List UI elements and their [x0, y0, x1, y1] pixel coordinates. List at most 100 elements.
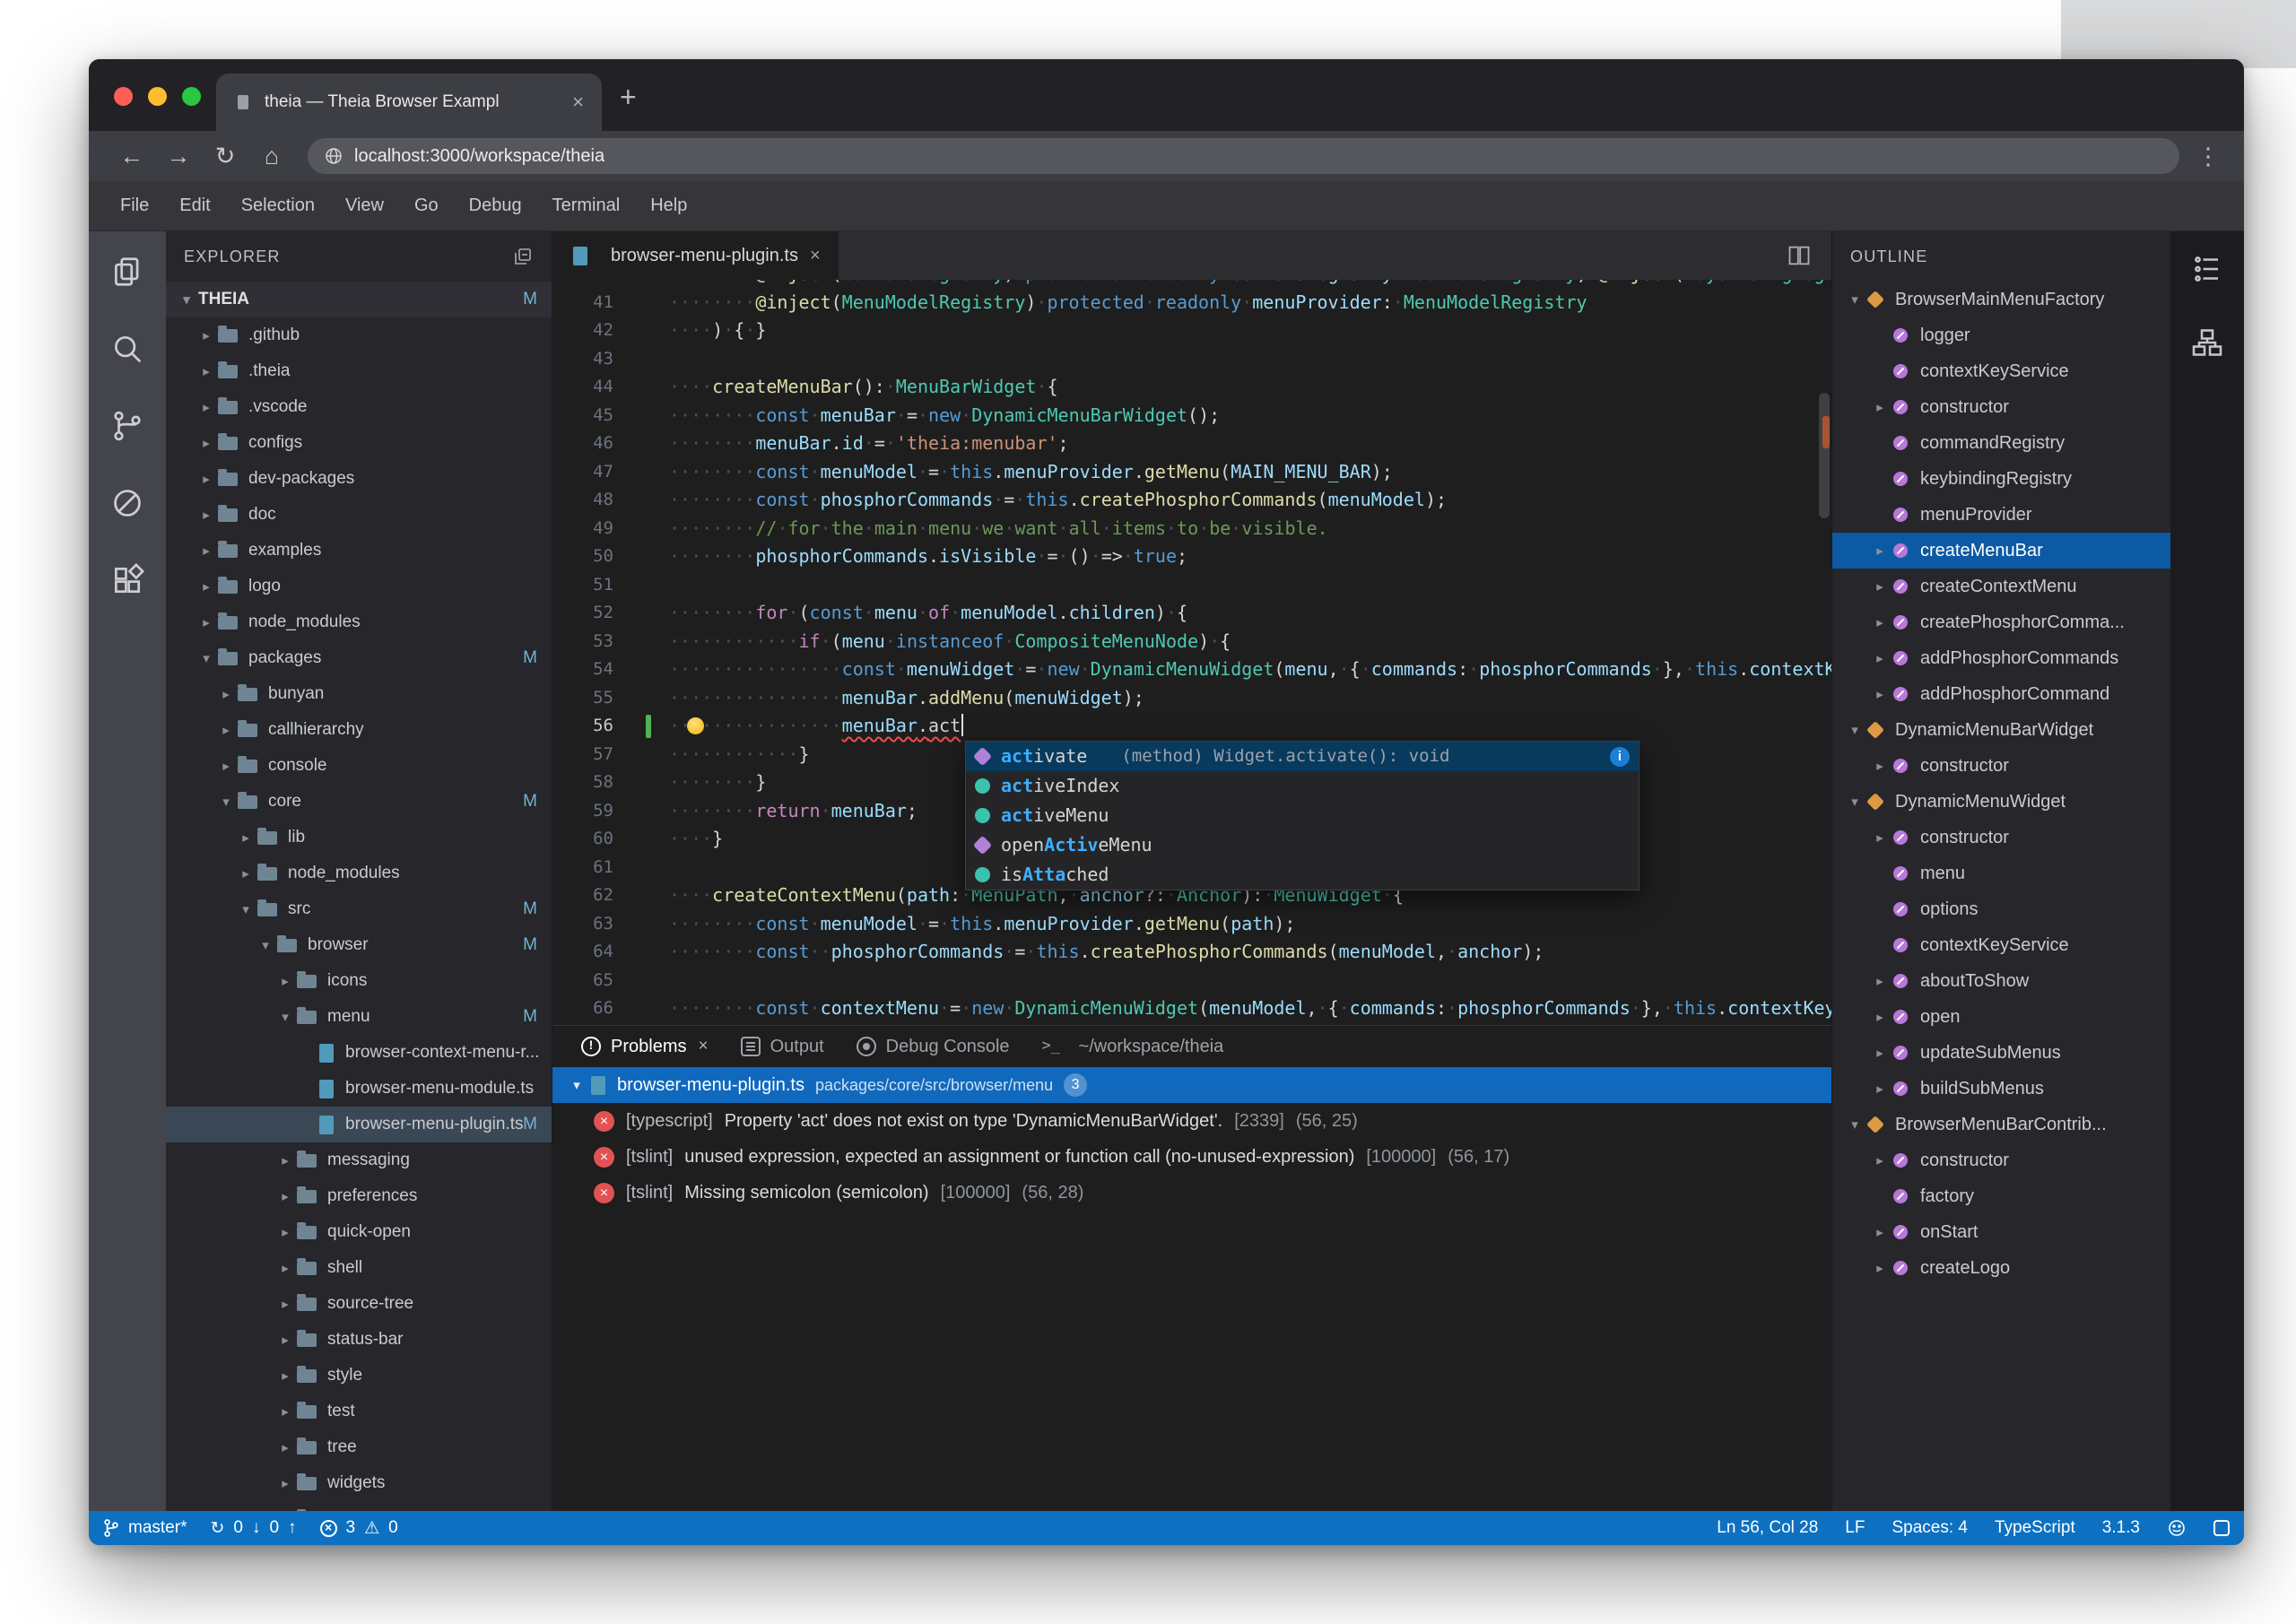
folder-item[interactable]: ▾coreM: [166, 784, 552, 820]
folder-item[interactable]: ▸logo: [166, 569, 552, 604]
files-icon[interactable]: [110, 255, 144, 289]
problem-row[interactable]: ×[tslint]unused expression, expected an …: [552, 1139, 1831, 1175]
outline-item[interactable]: ▸onStart: [1832, 1214, 2170, 1250]
file-item[interactable]: browser-menu-plugin.tsM: [166, 1107, 552, 1142]
suggestion-item[interactable]: activeMenu: [966, 801, 1639, 830]
folder-item[interactable]: ▸quick-open: [166, 1214, 552, 1250]
folder-item[interactable]: ▾menuM: [166, 999, 552, 1035]
split-editor-icon[interactable]: [1787, 243, 1812, 268]
folder-item[interactable]: ▸source-tree: [166, 1286, 552, 1322]
cursor-position[interactable]: Ln 56, Col 28: [1717, 1518, 1818, 1538]
outline-item[interactable]: ▾DynamicMenuWidget: [1832, 784, 2170, 820]
panel-tab-output[interactable]: Output: [725, 1026, 840, 1067]
outline-item[interactable]: logger: [1832, 317, 2170, 353]
outline-item[interactable]: ▸buildSubMenus: [1832, 1071, 2170, 1107]
folder-item[interactable]: ▾srcM: [166, 891, 552, 927]
search-icon[interactable]: [110, 332, 144, 366]
outline-item[interactable]: contextKeyService: [1832, 353, 2170, 389]
suggestion-item[interactable]: openActiveMenu: [966, 830, 1639, 860]
outline-item[interactable]: ▸createLogo: [1832, 1250, 2170, 1286]
outline-item[interactable]: keybindingRegistry: [1832, 461, 2170, 497]
outline-item[interactable]: ▸addPhosphorCommands: [1832, 640, 2170, 676]
outline-item[interactable]: ▸updateSubMenus: [1832, 1035, 2170, 1071]
outline-item[interactable]: ▸createPhosphorComma...: [1832, 604, 2170, 640]
outline-item[interactable]: ▸createContextMenu: [1832, 569, 2170, 604]
outline-item[interactable]: ▸constructor: [1832, 748, 2170, 784]
outline-item[interactable]: ▸constructor: [1832, 1142, 2170, 1178]
reload-button[interactable]: ↻: [202, 143, 248, 170]
back-button[interactable]: ←: [109, 143, 155, 170]
class-hierarchy-icon[interactable]: [2191, 326, 2223, 359]
suggestion-item[interactable]: isAttached: [966, 860, 1639, 890]
folder-item[interactable]: ▸preferences: [166, 1178, 552, 1214]
browser-menu-button[interactable]: ⋮: [2192, 143, 2224, 170]
workspace-root-item[interactable]: ▾ THEIA M: [166, 282, 552, 317]
menu-item-go[interactable]: Go: [399, 181, 454, 230]
eol-indicator[interactable]: LF: [1845, 1518, 1865, 1538]
outline-item[interactable]: ▸aboutToShow: [1832, 963, 2170, 999]
circle-slash-icon[interactable]: [110, 486, 144, 520]
problem-row[interactable]: ×[tslint]Missing semicolon (semicolon)[1…: [552, 1175, 1831, 1211]
folder-item[interactable]: ▸style: [166, 1358, 552, 1394]
folder-item[interactable]: ▸.theia: [166, 353, 552, 389]
extensions-icon[interactable]: [110, 563, 144, 597]
lightbulb-icon[interactable]: [687, 717, 704, 734]
folder-item[interactable]: ▸shell: [166, 1250, 552, 1286]
outline-item[interactable]: options: [1832, 891, 2170, 927]
folder-item[interactable]: ▸doc: [166, 497, 552, 533]
file-item[interactable]: browser-menu-module.ts: [166, 1071, 552, 1107]
menu-item-edit[interactable]: Edit: [164, 181, 225, 230]
folder-item[interactable]: ▸examples: [166, 533, 552, 569]
panel-tab--workspace-theia[interactable]: ~/workspace/theia: [1026, 1026, 1240, 1067]
language-indicator[interactable]: TypeScript: [1995, 1518, 2075, 1538]
menu-item-terminal[interactable]: Terminal: [537, 181, 636, 230]
typescript-version[interactable]: 3.1.3: [2102, 1518, 2140, 1538]
folder-item[interactable]: ▸node_modules: [166, 855, 552, 891]
folder-item[interactable]: ▸.vscode: [166, 389, 552, 425]
source-control-icon[interactable]: [110, 409, 144, 443]
folder-item[interactable]: ▸messaging: [166, 1142, 552, 1178]
menu-item-selection[interactable]: Selection: [226, 181, 330, 230]
folder-item[interactable]: ▸.github: [166, 317, 552, 353]
scrollbar-thumb[interactable]: [1819, 393, 1830, 518]
folder-item[interactable]: ▸callhierarchy: [166, 712, 552, 748]
browser-tab[interactable]: theia — Theia Browser Exampl ×: [216, 74, 602, 131]
problems-file-row[interactable]: ▾ browser-menu-plugin.ts packages/core/s…: [552, 1067, 1831, 1103]
outline-item[interactable]: ▸constructor: [1832, 389, 2170, 425]
feedback-smiley-icon[interactable]: [2167, 1518, 2187, 1538]
suggestion-item[interactable]: activeIndex: [966, 771, 1639, 801]
zoom-window-button[interactable]: [182, 87, 201, 106]
folder-item[interactable]: ▸icons: [166, 963, 552, 999]
outline-item[interactable]: ▸createMenuBar: [1832, 533, 2170, 569]
folder-item[interactable]: ▸widgets: [166, 1465, 552, 1501]
file-item[interactable]: browser-context-menu-r...: [166, 1035, 552, 1071]
code-editor[interactable]: 40········@inject(CommandRegistry)·prote…: [552, 280, 1831, 1025]
outline-item[interactable]: ▾DynamicMenuBarWidget: [1832, 712, 2170, 748]
tab-close-icon[interactable]: ×: [572, 91, 584, 114]
editor-tab[interactable]: browser-menu-plugin.ts ×: [552, 231, 839, 280]
forward-button[interactable]: →: [155, 143, 202, 170]
menu-item-help[interactable]: Help: [635, 181, 702, 230]
editor-tab-close-icon[interactable]: ×: [810, 246, 821, 266]
folder-item[interactable]: ▸lib: [166, 820, 552, 855]
outline-item[interactable]: menuProvider: [1832, 497, 2170, 533]
panel-tab-debug-console[interactable]: Debug Console: [840, 1026, 1026, 1067]
outline-item[interactable]: ▸constructor: [1832, 820, 2170, 855]
folder-item[interactable]: ▾packagesM: [166, 640, 552, 676]
folder-item[interactable]: ▸configs: [166, 425, 552, 461]
folder-item[interactable]: ▾browserM: [166, 927, 552, 963]
outline-item[interactable]: ▸addPhosphorCommand: [1832, 676, 2170, 712]
close-window-button[interactable]: [114, 87, 133, 106]
folder-item[interactable]: ▸test: [166, 1394, 552, 1429]
outline-item[interactable]: factory: [1832, 1178, 2170, 1214]
suggestion-item[interactable]: activate(method) Widget.activate(): void…: [966, 742, 1639, 771]
new-tab-button[interactable]: +: [620, 81, 637, 114]
folder-item[interactable]: ▸window: [166, 1501, 552, 1511]
outline-item[interactable]: commandRegistry: [1832, 425, 2170, 461]
folder-item[interactable]: ▸node_modules: [166, 604, 552, 640]
folder-item[interactable]: ▸console: [166, 748, 552, 784]
panel-tab-close-icon[interactable]: ×: [698, 1037, 708, 1056]
problem-row[interactable]: ×[typescript]Property 'act' does not exi…: [552, 1103, 1831, 1139]
git-branch-item[interactable]: master*: [103, 1518, 187, 1538]
git-sync-item[interactable]: ↻ 0 ↓ 0 ↑: [210, 1518, 296, 1539]
